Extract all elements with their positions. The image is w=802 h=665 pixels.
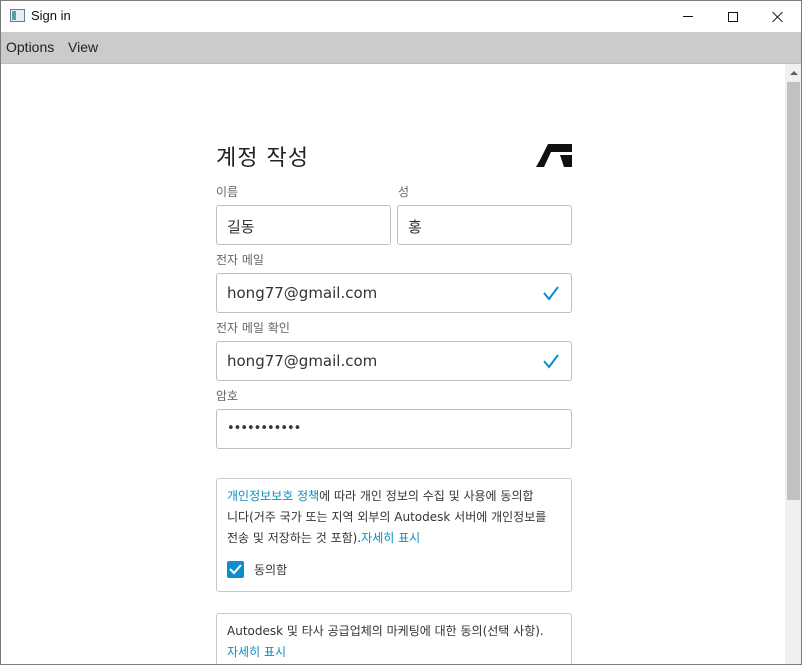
menu-bar: Options View: [1, 32, 801, 64]
form-content: 계정 작성 이름 길동 성 홍 전자 메일 hong77@gmail.com 전…: [1, 64, 785, 664]
scroll-up-arrow-icon[interactable]: [785, 64, 801, 81]
email-label: 전자 메일: [216, 253, 264, 267]
email-confirm-field[interactable]: hong77@gmail.com: [216, 341, 572, 381]
last-name-value: 홍: [408, 218, 422, 236]
last-name-field[interactable]: 홍: [397, 205, 572, 245]
agree-checkbox-label: 동의함: [254, 563, 288, 577]
vertical-scrollbar[interactable]: [785, 64, 801, 664]
agree-checkbox[interactable]: [227, 561, 244, 578]
maximize-button[interactable]: [710, 1, 756, 32]
last-name-label: 성: [398, 185, 410, 199]
privacy-text-line3: 전송 및 저장하는 것 포함).: [227, 531, 362, 545]
password-label: 암호: [216, 389, 239, 403]
password-field[interactable]: •••••••••••: [216, 409, 572, 449]
check-icon: [543, 354, 559, 369]
scroll-thumb[interactable]: [787, 82, 800, 500]
minimize-icon: [683, 16, 693, 17]
marketing-consent-box: Autodesk 및 타사 공급업체의 마케팅에 대한 동의(선택 사항). 자…: [216, 613, 572, 664]
checkmark-icon: [229, 564, 242, 575]
privacy-consent-box: 개인정보보호 정책에 따라 개인 정보의 수집 및 사용에 동의합 니다(거주 …: [216, 478, 572, 592]
first-name-value: 길동: [227, 218, 255, 236]
email-confirm-label: 전자 메일 확인: [216, 321, 290, 335]
first-name-field[interactable]: 길동: [216, 205, 391, 245]
menu-view[interactable]: View: [68, 39, 98, 55]
autodesk-logo-icon: [536, 144, 572, 167]
window-title: Sign in: [31, 8, 71, 23]
maximize-icon: [728, 11, 738, 22]
first-name-label: 이름: [216, 185, 239, 199]
privacy-text-line2: 니다(거주 국가 또는 지역 외부의 Autodesk 서버에 개인정보를: [227, 510, 547, 524]
minimize-button[interactable]: [665, 1, 711, 32]
close-icon: [772, 11, 784, 23]
marketing-details-link[interactable]: 자세히 표시: [227, 645, 286, 659]
sign-in-window: Sign in Options View 계정 작성 이름 길동 성 홍 전자 …: [0, 0, 802, 665]
check-icon: [543, 286, 559, 301]
menu-options[interactable]: Options: [6, 39, 54, 55]
email-confirm-value: hong77@gmail.com: [227, 352, 378, 370]
privacy-policy-link[interactable]: 개인정보보호 정책: [227, 489, 319, 503]
privacy-consent-text: 개인정보보호 정책에 따라 개인 정보의 수집 및 사용에 동의합 니다(거주 …: [227, 486, 567, 549]
app-icon: [10, 9, 25, 22]
close-button[interactable]: [755, 1, 801, 32]
privacy-details-link[interactable]: 자세히 표시: [361, 531, 420, 545]
password-value: •••••••••••: [227, 421, 301, 436]
email-value: hong77@gmail.com: [227, 284, 378, 302]
page-title: 계정 작성: [216, 146, 309, 171]
privacy-text-line1: 에 따라 개인 정보의 수집 및 사용에 동의합: [319, 489, 534, 503]
marketing-consent-text: Autodesk 및 타사 공급업체의 마케팅에 대한 동의(선택 사항). 자…: [227, 621, 567, 663]
marketing-text: Autodesk 및 타사 공급업체의 마케팅에 대한 동의(선택 사항).: [227, 624, 544, 638]
title-bar[interactable]: Sign in: [1, 1, 801, 32]
email-field[interactable]: hong77@gmail.com: [216, 273, 572, 313]
